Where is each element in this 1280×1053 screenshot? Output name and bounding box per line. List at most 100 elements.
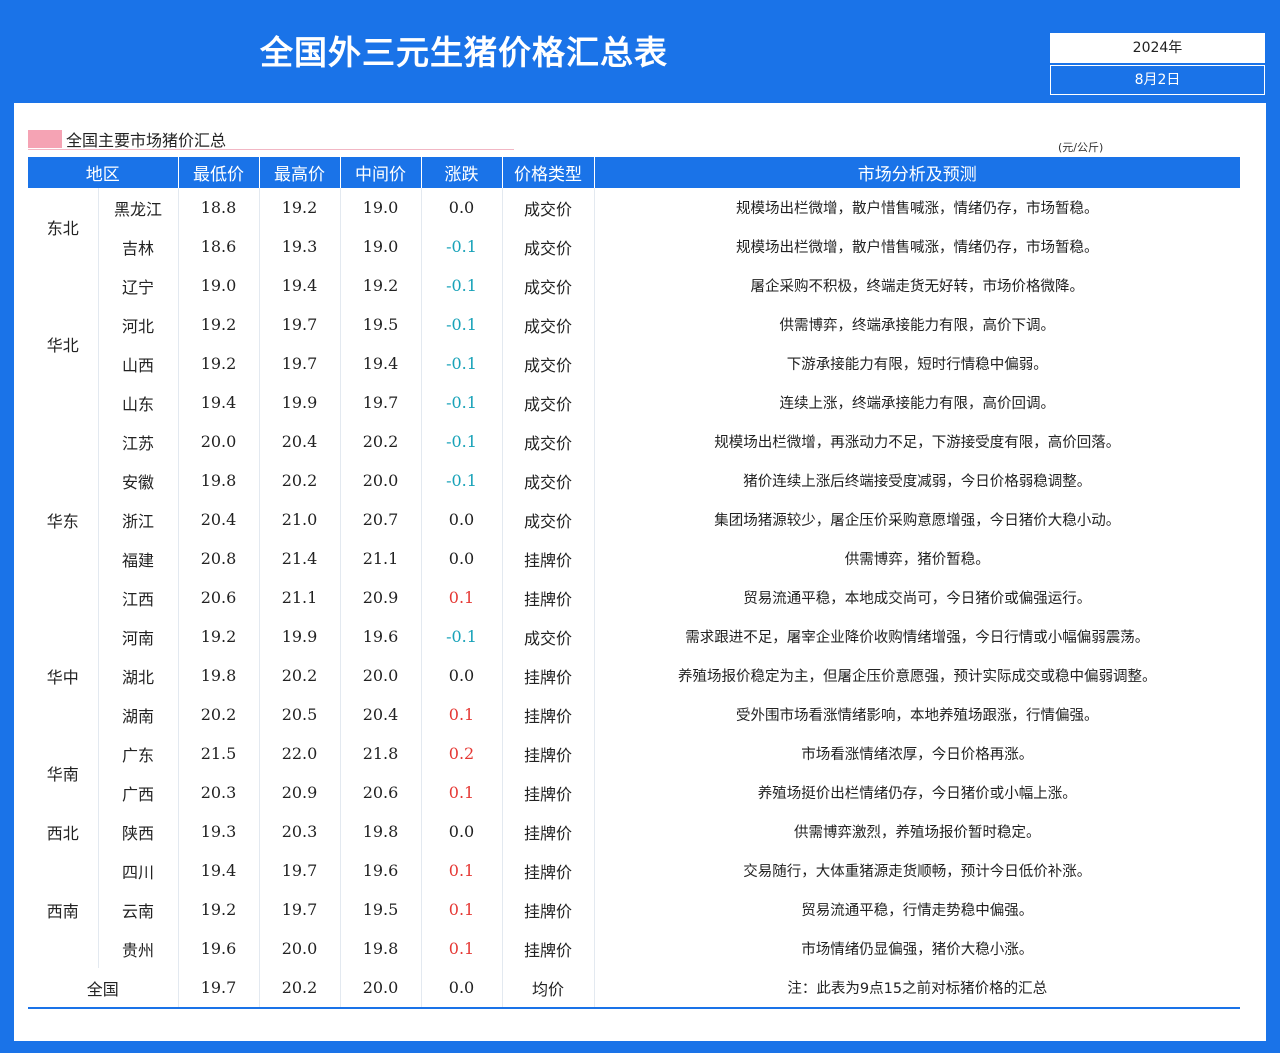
min-price-cell: 19.3: [178, 812, 260, 851]
price-type-cell: 挂牌价: [502, 578, 595, 617]
table-row: 西南 四川 19.4 19.7 19.6 0.1 挂牌价 交易随行，大体重猪源走货顺畅，预计今…: [28, 851, 1240, 968]
analysis-cell: 养殖场报价稳定为主，但屠企压价意愿强，预计实际成交或稳中偏弱调整。: [678, 669, 1157, 685]
mid-price-cell: 19.5: [340, 890, 422, 929]
change-cell: 0.1: [421, 851, 503, 890]
price-type-cell: 成交价: [502, 227, 595, 266]
change-cell: 0.0: [421, 812, 503, 851]
min-price-cell: 19.2: [178, 617, 260, 656]
change-cell: 0.0: [421, 500, 503, 539]
province-cell: 山西: [98, 344, 179, 383]
change-cell: 0.0: [421, 539, 503, 578]
max-price-cell: 19.7: [259, 890, 341, 929]
table-row: 江西 20.6 21.1 20.9 0.1 挂牌价 贸易流通平稳，本地成交尚可，今日猪价或偏…: [28, 578, 1240, 617]
mid-price-cell: 21.8: [340, 734, 422, 773]
mid-price-cell: 19.4: [340, 344, 422, 383]
analysis-cell: 猪价连续上涨后终端接受度减弱，今日价格弱稳调整。: [743, 474, 1092, 490]
table-row: 湖北 19.8 20.2 20.0 0.0 挂牌价 养殖场报价稳定为主，但屠企压价意愿强，预…: [28, 656, 1240, 695]
mid-price-cell: 19.2: [340, 266, 422, 305]
analysis-cell: 供需博弈，终端承接能力有限，高价下调。: [779, 318, 1056, 334]
mid-price-cell: 19.0: [340, 188, 422, 227]
total-row: 全国 19.7 20.2 20.0 0.0 均价 注：此表为9点15之前对标猪价格的汇总: [28, 968, 1240, 1009]
min-price-cell: 19.4: [178, 851, 260, 890]
change-cell: -0.1: [421, 305, 503, 344]
change-cell: -0.1: [421, 617, 503, 656]
total-change-cell: 0.0: [421, 968, 503, 1009]
max-price-cell: 20.9: [259, 773, 341, 812]
max-price-cell: 20.4: [259, 422, 341, 461]
province-cell: 福建: [98, 539, 179, 578]
region-cell: 华东: [28, 422, 99, 617]
max-price-cell: 21.4: [259, 539, 341, 578]
province-cell: 安徽: [98, 461, 179, 500]
table-row: 华南 广东 21.5 22.0 21.8 0.2 挂牌价 市场看涨情绪浓厚，今日价格再涨。: [28, 734, 1240, 812]
price-type-cell: 成交价: [502, 188, 595, 227]
table-row: 河北 19.2 19.7 19.5 -0.1 成交价 供需博弈，终端承接能力有限，高价下调。: [28, 305, 1240, 344]
price-type-cell: 成交价: [502, 383, 595, 422]
mid-price-cell: 19.0: [340, 227, 422, 266]
analysis-cell: 规模场出栏微增，散户惜售喊涨，情绪仍存，市场暂稳。: [736, 201, 1099, 217]
table-row: 湖南 20.2 20.5 20.4 0.1 挂牌价 受外围市场看涨情绪影响，本地养殖场跟涨，…: [28, 695, 1240, 734]
max-price-cell: 19.7: [259, 344, 341, 383]
min-price-cell: 20.6: [178, 578, 260, 617]
unit-label: (元/公斤): [1058, 141, 1104, 154]
change-cell: -0.1: [421, 227, 503, 266]
analysis-cell: 养殖场挺价出栏情绪仍存，今日猪价或小幅上涨。: [757, 786, 1077, 802]
change-cell: -0.1: [421, 461, 503, 500]
table-row: 安徽 19.8 20.2 20.0 -0.1 成交价 猪价连续上涨后终端接受度减弱，今日价格…: [28, 461, 1240, 500]
table-row: 华北 辽宁 19.0 19.4 19.2 -0.1 成交价 屠企采购不积极，终端走货无好转，市…: [28, 266, 1240, 422]
mid-price-cell: 19.7: [340, 383, 422, 422]
column-header-min: 最低价: [178, 157, 260, 188]
province-cell: 河北: [98, 305, 179, 344]
table-row: 华中 河南 19.2 19.9 19.6 -0.1 成交价 需求跟进不足，屠宰企业降价收购情绪…: [28, 617, 1240, 734]
min-price-cell: 19.0: [178, 266, 260, 305]
total-note-cell: 注：此表为9点15之前对标猪价格的汇总: [594, 968, 1240, 1009]
min-price-cell: 20.2: [178, 695, 260, 734]
analysis-cell: 供需博弈，猪价暂稳。: [844, 552, 990, 568]
max-price-cell: 22.0: [259, 734, 341, 773]
change-cell: 0.0: [421, 188, 503, 227]
max-price-cell: 19.7: [259, 305, 341, 344]
province-cell: 陕西: [98, 812, 179, 851]
min-price-cell: 18.6: [178, 227, 260, 266]
column-header-change: 涨跌: [421, 157, 503, 188]
change-cell: 0.1: [421, 695, 503, 734]
min-price-cell: 21.5: [178, 734, 260, 773]
table-header-row: 地区 最低价 最高价 中间价 涨跌 价格类型 市场分析及预测: [28, 157, 1240, 188]
mid-price-cell: 19.6: [340, 851, 422, 890]
column-header-mid: 中间价: [340, 157, 422, 188]
max-price-cell: 20.0: [259, 929, 341, 968]
analysis-cell: 连续上涨，终端承接能力有限，高价回调。: [779, 396, 1056, 412]
column-header-region: 地区: [28, 157, 179, 188]
region-cell: 华南: [28, 734, 99, 812]
min-price-cell: 19.8: [178, 461, 260, 500]
date-box: 2024年 8月2日: [1050, 33, 1265, 96]
table-row: 华东 江苏 20.0 20.4 20.2 -0.1 成交价 规模场出栏微增，再涨动力不足，下游…: [28, 422, 1240, 617]
min-price-cell: 20.0: [178, 422, 260, 461]
max-price-cell: 20.2: [259, 656, 341, 695]
price-type-cell: 挂牌价: [502, 773, 595, 812]
table-row: 广西 20.3 20.9 20.6 0.1 挂牌价 养殖场挺价出栏情绪仍存，今日猪价或小幅上…: [28, 773, 1240, 812]
max-price-cell: 19.2: [259, 188, 341, 227]
province-cell: 辽宁: [98, 266, 179, 305]
mid-price-cell: 19.8: [340, 812, 422, 851]
mid-price-cell: 20.6: [340, 773, 422, 812]
max-price-cell: 21.0: [259, 500, 341, 539]
price-type-cell: 挂牌价: [502, 539, 595, 578]
analysis-cell: 下游承接能力有限，短时行情稳中偏弱。: [786, 357, 1048, 373]
price-type-cell: 挂牌价: [502, 851, 595, 890]
table-row: 云南 19.2 19.7 19.5 0.1 挂牌价 贸易流通平稳，行情走势稳中偏强。: [28, 890, 1240, 929]
min-price-cell: 20.3: [178, 773, 260, 812]
year-label: 2024年: [1050, 33, 1265, 63]
price-type-cell: 挂牌价: [502, 695, 595, 734]
province-cell: 广东: [98, 734, 179, 773]
header-bar: 全国外三元生猪价格汇总表 2024年 8月2日: [0, 0, 1280, 103]
province-cell: 黑龙江: [98, 188, 179, 227]
province-cell: 江西: [98, 578, 179, 617]
province-cell: 河南: [98, 617, 179, 656]
max-price-cell: 20.2: [259, 461, 341, 500]
section-marker: [28, 130, 62, 148]
mid-price-cell: 20.9: [340, 578, 422, 617]
table-row: 贵州 19.6 20.0 19.8 0.1 挂牌价 市场情绪仍显偏强，猪价大稳小涨。: [28, 929, 1240, 968]
price-type-cell: 挂牌价: [502, 656, 595, 695]
price-type-cell: 成交价: [502, 617, 595, 656]
